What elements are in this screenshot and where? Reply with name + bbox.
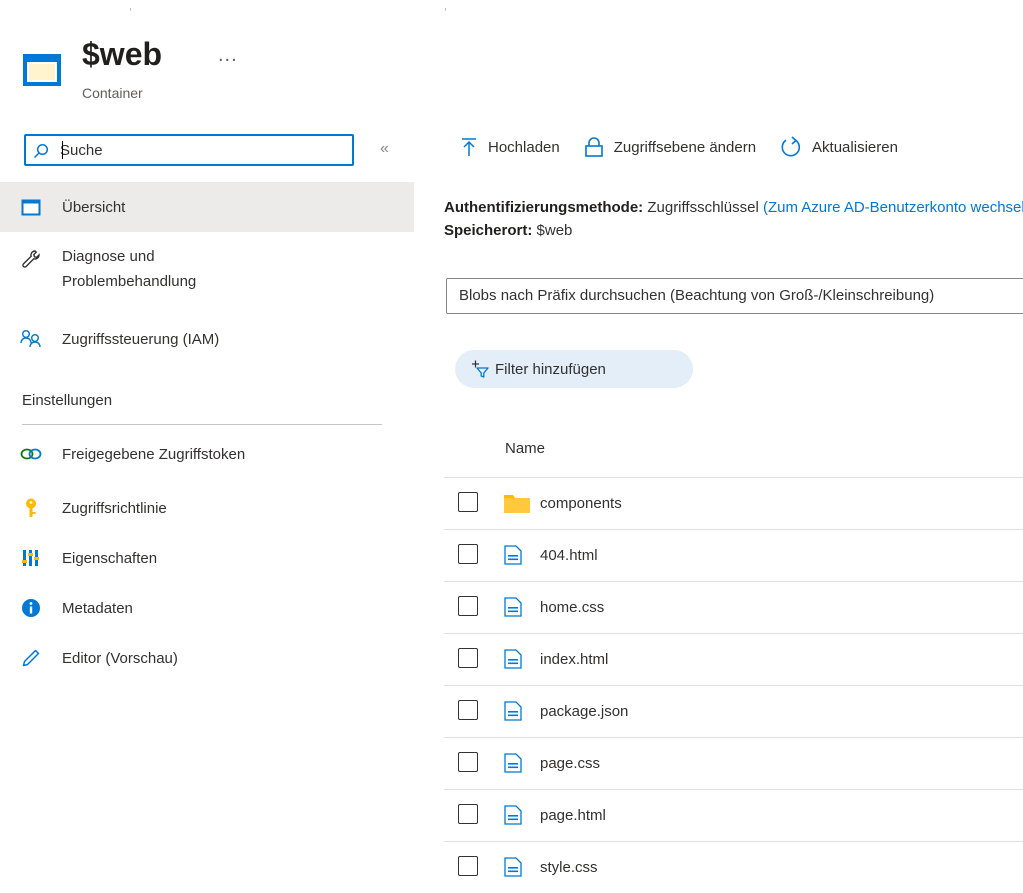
collapse-sidebar-button[interactable]: «	[380, 140, 389, 158]
blob-name[interactable]: 404.html	[540, 547, 598, 564]
blob-prefix-search[interactable]	[446, 278, 1023, 314]
table-row[interactable]: components	[444, 477, 1023, 529]
row-checkbox[interactable]	[458, 648, 478, 668]
row-checkbox[interactable]	[458, 700, 478, 720]
refresh-icon	[781, 136, 801, 157]
top-tick	[130, 8, 131, 11]
table-row[interactable]: page.html	[444, 789, 1023, 841]
upload-label: Hochladen	[488, 138, 560, 156]
link-icon	[20, 443, 42, 465]
auth-method-value: Zugriffsschlüssel	[647, 199, 759, 216]
sidebar-item-label: Zugriffssteuerung (IAM)	[62, 330, 220, 348]
blob-name[interactable]: index.html	[540, 651, 608, 668]
blob-name[interactable]: home.css	[540, 599, 604, 616]
file-icon	[504, 597, 522, 621]
sidebar-item-editor[interactable]: Editor (Vorschau)	[0, 633, 414, 683]
upload-icon	[462, 138, 476, 156]
blob-name[interactable]: package.json	[540, 703, 628, 720]
sidebar-item-label: Zugriffsrichtlinie	[62, 499, 167, 517]
more-options-button[interactable]: ...	[218, 44, 238, 67]
section-header-settings: Einstellungen	[22, 392, 113, 409]
change-access-level-button[interactable]: Zugriffsebene ändern	[584, 137, 756, 157]
row-checkbox[interactable]	[458, 856, 478, 876]
refresh-button[interactable]: Aktualisieren	[780, 136, 898, 158]
search-input[interactable]	[60, 140, 340, 160]
page-subtitle: Container	[82, 85, 143, 101]
row-checkbox[interactable]	[458, 804, 478, 824]
folder-icon	[504, 493, 530, 517]
row-checkbox[interactable]	[458, 596, 478, 616]
location-label: Speicherort:	[444, 222, 533, 239]
file-icon	[504, 545, 522, 569]
blob-prefix-input[interactable]	[459, 287, 1023, 304]
sidebar-item-shared-access-tokens[interactable]: Freigegebene Zugriffstoken	[0, 429, 414, 479]
top-tick	[445, 8, 446, 11]
page-title: $web	[82, 36, 163, 72]
container-icon	[22, 53, 62, 87]
sidebar-item-diagnose[interactable]: Diagnose und Problembehandlung	[0, 244, 414, 300]
pencil-icon	[20, 647, 42, 669]
table-row[interactable]: style.css	[444, 841, 1023, 893]
upload-button[interactable]: Hochladen	[460, 137, 560, 157]
section-divider	[22, 424, 382, 425]
container-icon	[20, 196, 42, 218]
add-filter-label: Filter hinzufügen	[495, 360, 606, 378]
sidebar-item-label: Freigegebene Zugriffstoken	[62, 445, 246, 463]
sidebar-item-label: Diagnose und Problembehandlung	[62, 248, 197, 290]
add-filter-button[interactable]: Filter hinzufügen	[455, 350, 693, 388]
auth-method-line: Authentifizierungsmethode: Zugriffsschlü…	[444, 199, 1023, 216]
table-row[interactable]: index.html	[444, 633, 1023, 685]
text-caret	[62, 141, 63, 159]
info-icon	[20, 597, 42, 619]
auth-method-label: Authentifizierungsmethode:	[444, 199, 644, 216]
location-line: Speicherort: $web	[444, 222, 572, 239]
refresh-label: Aktualisieren	[812, 138, 898, 156]
add-filter-icon	[472, 360, 489, 378]
blob-name[interactable]: style.css	[540, 859, 598, 876]
blob-list: components 404.html home.css index.html …	[444, 477, 1023, 893]
blob-name[interactable]: page.html	[540, 807, 606, 824]
blob-name[interactable]: page.css	[540, 755, 600, 772]
row-checkbox[interactable]	[458, 492, 478, 512]
search-icon	[33, 143, 49, 163]
sidebar-item-overview[interactable]: Übersicht	[0, 182, 414, 232]
properties-icon	[20, 547, 42, 569]
blob-name[interactable]: components	[540, 495, 622, 512]
switch-to-azure-ad-link[interactable]: (Zum Azure AD-Benutzerkonto wechseln)	[763, 199, 1023, 216]
sidebar-item-label: Metadaten	[62, 599, 133, 617]
column-header-name[interactable]: Name	[505, 440, 545, 457]
wrench-icon	[20, 248, 42, 270]
file-icon	[504, 649, 522, 673]
sidebar-item-label: Editor (Vorschau)	[62, 649, 178, 667]
row-checkbox[interactable]	[458, 752, 478, 772]
sidebar-item-iam[interactable]: Zugriffssteuerung (IAM)	[0, 314, 414, 364]
change-access-label: Zugriffsebene ändern	[613, 138, 757, 156]
sidebar-search[interactable]	[24, 134, 354, 166]
row-checkbox[interactable]	[458, 544, 478, 564]
sidebar-item-properties[interactable]: Eigenschaften	[0, 533, 414, 583]
lock-icon	[584, 137, 603, 157]
table-row[interactable]: home.css	[444, 581, 1023, 633]
file-icon	[504, 857, 522, 881]
file-icon	[504, 805, 522, 829]
sidebar-item-metadata[interactable]: Metadaten	[0, 583, 414, 633]
sidebar-item-label: Übersicht	[62, 198, 126, 216]
command-toolbar: Hochladen Zugriffsebene ändern Aktualisi…	[460, 136, 922, 158]
file-icon	[504, 753, 522, 777]
people-icon	[20, 328, 42, 350]
table-row[interactable]: page.css	[444, 737, 1023, 789]
location-value: $web	[536, 222, 573, 239]
sidebar-item-label: Eigenschaften	[62, 549, 158, 567]
key-icon	[20, 497, 42, 519]
table-row[interactable]: 404.html	[444, 529, 1023, 581]
sidebar-item-access-policy[interactable]: Zugriffsrichtlinie	[0, 483, 414, 533]
file-icon	[504, 701, 522, 725]
table-row[interactable]: package.json	[444, 685, 1023, 737]
